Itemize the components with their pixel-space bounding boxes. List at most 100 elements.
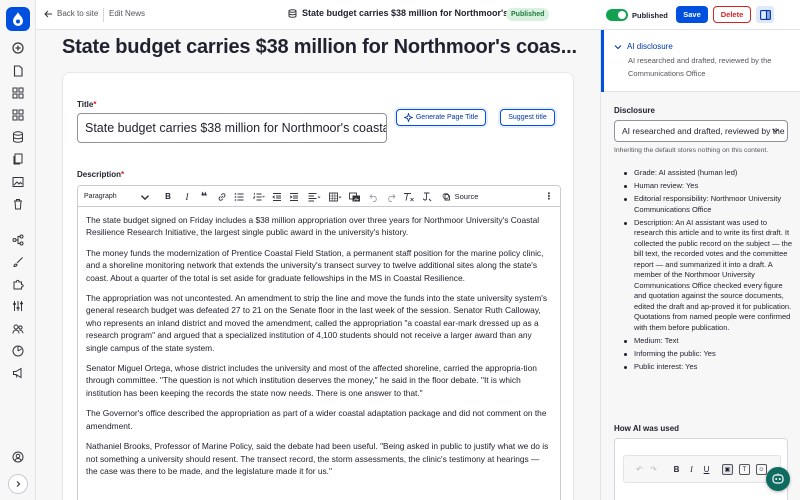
add-content-icon[interactable] [9,39,27,57]
underline-button[interactable]: U [701,464,712,475]
insert-media-button[interactable] [348,190,362,203]
source-button[interactable]: Source [438,190,482,203]
redo-icon [388,193,396,202]
toggle-sidebar-panel-button[interactable] [756,6,774,23]
page-title: State budget carries $38 million for Nor… [62,36,577,58]
left-rail [0,0,36,500]
content-icon[interactable] [9,62,27,80]
structure-icon[interactable] [9,84,27,102]
numbered-list-icon [253,192,265,200]
divider [103,8,104,22]
settings-panel: AI disclosure AI researched and drafted,… [600,30,800,500]
document-title-text: State budget carries $38 million for Nor… [302,8,529,18]
selected-indicator [601,30,604,92]
expand-sidebar-button[interactable] [8,474,28,494]
undo-icon[interactable]: ↶ [634,464,645,475]
media-icon[interactable] [9,173,27,191]
special-characters-icon [423,192,432,201]
document-title: State budget carries $38 million for Nor… [288,8,529,18]
suggest-title-button[interactable]: Suggest title [500,109,555,126]
table-button[interactable] [327,190,343,203]
media-icon [349,192,360,201]
paragraph: Senator Miguel Ortega, whose district in… [86,363,537,398]
list-item: Informing the public: Yes [623,349,793,360]
people-icon[interactable] [9,320,27,338]
user-account-icon[interactable] [9,448,27,466]
description-editor[interactable]: Paragraph B I ❝ Source ⋮ The state budge… [77,185,561,500]
disclosure-select[interactable]: AI researched and drafted, reviewed by t… [614,120,788,142]
editor-toolbar: Paragraph B I ❝ Source ⋮ [78,186,560,207]
numbered-list-button[interactable] [251,190,267,203]
announcements-icon[interactable] [9,364,27,382]
help-assistant-button[interactable] [766,467,790,491]
bold-button[interactable]: B [162,190,174,203]
chevron-down-icon [614,44,622,49]
title-input[interactable]: State budget carries $38 million for Nor… [77,113,387,143]
ai-disclosure-toggle[interactable]: AI disclosure [614,42,673,51]
save-button[interactable]: Save [676,6,708,23]
configuration-icon[interactable] [9,297,27,315]
chevron-right-icon [16,481,21,487]
link-button[interactable] [216,190,228,203]
main-content: State budget carries $38 million for Nor… [36,30,600,500]
outdent-button[interactable] [271,190,283,203]
chevron-down-icon [772,128,779,133]
bulleted-list-icon [234,192,244,201]
ai-disclosure-section[interactable]: AI disclosure AI researched and drafted,… [601,30,800,92]
disclosure-details-list: Grade: AI assisted (human led) Human rev… [623,168,793,375]
italic-button[interactable]: I [181,190,193,203]
bulleted-list-button[interactable] [233,190,245,203]
undo-button[interactable] [368,190,380,203]
database-icon[interactable] [9,128,27,146]
text-format-icon[interactable]: T [739,464,750,475]
files-icon[interactable] [9,150,27,168]
editor-content[interactable]: The state budget signed on Friday includ… [78,207,560,485]
appearance-icon[interactable] [9,253,27,271]
blockquote-button[interactable]: ❝ [198,190,210,203]
chevron-down-icon [140,194,150,200]
align-left-icon [308,192,320,201]
workflow-icon[interactable] [9,231,27,249]
blocks-icon[interactable] [9,106,27,124]
back-label: Back to site [57,9,99,18]
ai-disclosure-title: AI disclosure [627,42,673,51]
drupal-logo-icon[interactable] [6,7,30,31]
reports-icon[interactable] [9,342,27,360]
paragraph: The state budget signed on Friday includ… [86,215,540,238]
italic-button[interactable]: I [686,464,697,475]
emoji-icon[interactable]: ☺ [756,464,767,475]
source-code-icon [442,192,450,200]
trash-icon[interactable] [9,195,27,213]
indent-icon [289,192,298,201]
align-button[interactable] [306,190,322,203]
outdent-icon [272,192,281,201]
how-ai-used-editor[interactable]: ↶ ↷ B I U ▣ T ☺ [614,438,788,500]
generate-page-title-button[interactable]: Generate Page Title [396,109,486,126]
paragraph-format-select[interactable]: Paragraph [84,190,154,203]
ai-disclosure-summary: AI researched and drafted, reviewed by t… [628,56,772,78]
image-icon[interactable]: ▣ [722,464,733,475]
redo-button[interactable] [385,190,397,203]
how-ai-used-label: How AI was used [614,424,680,433]
remove-format-icon [404,192,414,201]
title-label: Title* [77,100,97,109]
database-icon [288,8,297,18]
back-to-site-link[interactable]: Back to site [44,9,98,18]
redo-icon[interactable]: ↷ [648,464,659,475]
remove-format-button[interactable] [402,190,416,203]
list-item: Medium: Text [623,336,793,347]
published-toggle[interactable] [606,9,628,21]
disclosure-label: Disclosure [614,106,655,115]
list-item: Editorial responsibility: Northmoor Univ… [623,194,793,215]
undo-icon [369,193,377,202]
more-options-icon[interactable]: ⋮ [544,190,554,203]
bold-button[interactable]: B [671,464,682,475]
breadcrumb-edit-news: Edit News [109,9,146,18]
extend-icon[interactable] [9,275,27,293]
paragraph: The money funds the modernization of Pre… [86,247,544,283]
assistant-icon [772,473,784,484]
delete-button[interactable]: Delete [713,6,751,23]
indent-button[interactable] [288,190,300,203]
special-characters-button[interactable] [420,190,434,203]
link-icon [218,192,226,201]
